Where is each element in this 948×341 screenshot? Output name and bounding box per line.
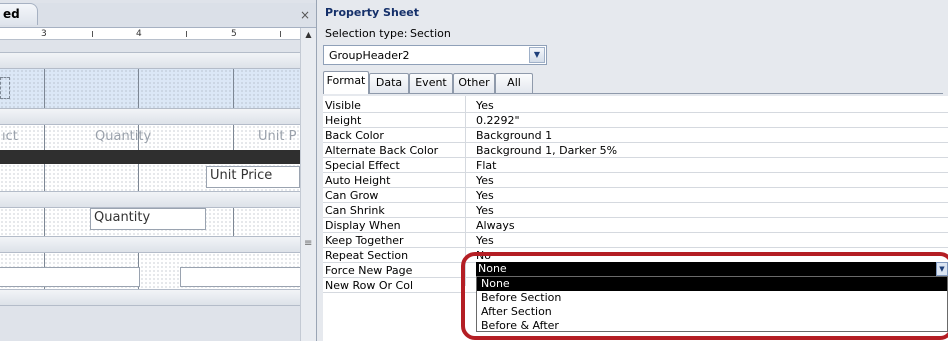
page-header-grid[interactable]: ıct Quantity Unit P <box>0 125 300 150</box>
property-row-can-grow[interactable]: Can Grow Yes <box>323 188 948 203</box>
unit-price-textbox[interactable]: Unit Price <box>206 166 300 188</box>
ruler-ticks <box>98 33 134 35</box>
property-name: New Row Or Col <box>325 279 414 292</box>
ruler-ticks <box>52 33 88 35</box>
unit-price-header-label[interactable]: Unit P <box>258 129 296 144</box>
section-bar[interactable] <box>0 108 300 125</box>
property-row-can-shrink[interactable]: Can Shrink Yes <box>323 203 948 218</box>
property-value[interactable]: Always <box>476 219 515 232</box>
tab-data[interactable]: Data <box>369 73 409 93</box>
grid-line <box>233 208 234 236</box>
section-bar[interactable] <box>0 191 300 208</box>
property-row-alternate-back-color[interactable]: Alternate Back Color Background 1, Darke… <box>323 143 948 158</box>
product-header-label[interactable]: ıct <box>2 129 18 144</box>
footer-grid[interactable] <box>0 253 300 289</box>
property-row-special-effect[interactable]: Special Effect Flat <box>323 158 948 173</box>
property-name: Auto Height <box>325 174 391 187</box>
tab-event[interactable]: Event <box>409 73 453 93</box>
ruler-tick <box>92 31 93 37</box>
property-name: Repeat Section <box>325 249 409 262</box>
selected-control-outline[interactable] <box>0 77 10 99</box>
property-row-height[interactable]: Height 0.2292" <box>323 113 948 128</box>
horizontal-ruler: 3 4 5 <box>0 28 300 40</box>
property-name: Alternate Back Color <box>325 144 439 157</box>
footer-textbox[interactable] <box>180 267 300 287</box>
property-name: Keep Together <box>325 234 404 247</box>
property-name: Visible <box>325 99 361 112</box>
property-value[interactable]: Background 1, Darker 5% <box>476 144 617 157</box>
ruler-mark: 3 <box>41 29 47 39</box>
section-bar[interactable] <box>0 52 300 69</box>
dark-section-band <box>0 150 300 164</box>
section-bar[interactable] <box>0 289 300 306</box>
property-row-auto-height[interactable]: Auto Height Yes <box>323 173 948 188</box>
ruler-ticks <box>192 33 228 35</box>
section-bar[interactable] <box>0 236 300 253</box>
ruler-ticks <box>242 33 272 35</box>
vertical-scrollbar[interactable]: ▲ ≡ <box>300 28 316 341</box>
property-name: Special Effect <box>325 159 400 172</box>
grid-line <box>138 164 139 191</box>
detail-grid-a[interactable]: Unit Price <box>0 164 300 191</box>
grid-line <box>138 69 139 108</box>
property-value[interactable]: Yes <box>476 189 494 202</box>
ruler-ticks <box>147 33 183 35</box>
property-value[interactable]: Yes <box>476 99 494 112</box>
property-name: Force New Page <box>325 264 413 277</box>
detail-grid-b[interactable]: Quantity <box>0 208 300 236</box>
property-sheet-title: Property Sheet <box>325 6 419 19</box>
grid-line <box>44 208 45 236</box>
grid-line <box>233 125 234 150</box>
footer-textbox[interactable] <box>0 267 140 287</box>
property-value[interactable]: Background 1 <box>476 129 552 142</box>
property-row-keep-together[interactable]: Keep Together Yes <box>323 233 948 248</box>
group-header-grid[interactable] <box>0 69 300 108</box>
ruler-mark: 4 <box>136 29 142 39</box>
grid-line <box>44 164 45 191</box>
property-row-visible[interactable]: Visible Yes <box>323 98 948 113</box>
grid-line <box>44 69 45 108</box>
chevron-down-icon[interactable]: ▼ <box>529 47 545 63</box>
object-selector-value: GroupHeader2 <box>329 49 410 62</box>
property-value[interactable]: Flat <box>476 159 496 172</box>
property-name: Height <box>325 114 362 127</box>
quantity-header-label[interactable]: Quantity <box>95 129 151 144</box>
property-row-display-when[interactable]: Display When Always <box>323 218 948 233</box>
selection-type-value: Section <box>410 27 451 40</box>
ruler-tick <box>280 31 281 37</box>
scroll-up-arrow-icon[interactable]: ▲ <box>301 28 316 42</box>
close-document-icon[interactable]: × <box>300 8 310 22</box>
tabs-divider <box>323 93 943 94</box>
report-designer: ed × 3 4 5 ıct Quantity Unit P Unit Pric… <box>0 0 316 341</box>
document-tab[interactable]: ed <box>0 3 38 25</box>
property-value[interactable]: Yes <box>476 174 494 187</box>
property-value[interactable]: Yes <box>476 204 494 217</box>
ruler-tick <box>186 31 187 37</box>
property-name: Can Shrink <box>325 204 385 217</box>
property-value[interactable]: Yes <box>476 234 494 247</box>
selection-type-label: Selection type: <box>325 27 408 40</box>
property-row-back-color[interactable]: Back Color Background 1 <box>323 128 948 143</box>
document-tab-bar <box>0 3 316 28</box>
ruler-mark: 5 <box>231 29 237 39</box>
property-name: Can Grow <box>325 189 379 202</box>
ruler-ticks <box>2 33 36 35</box>
tab-all[interactable]: All <box>495 73 533 93</box>
property-name: Back Color <box>325 129 384 142</box>
object-selector-combo[interactable]: GroupHeader2 ▼ <box>323 45 547 65</box>
annotation-highlight-box <box>461 252 948 340</box>
tab-format[interactable]: Format <box>323 71 369 94</box>
property-name: Display When <box>325 219 401 232</box>
grid-line <box>233 69 234 108</box>
grid-line <box>44 125 45 150</box>
tab-other[interactable]: Other <box>453 73 495 93</box>
scroll-grip-icon[interactable]: ≡ <box>304 238 312 249</box>
quantity-textbox[interactable]: Quantity <box>90 208 206 230</box>
property-value[interactable]: 0.2292" <box>476 114 520 127</box>
